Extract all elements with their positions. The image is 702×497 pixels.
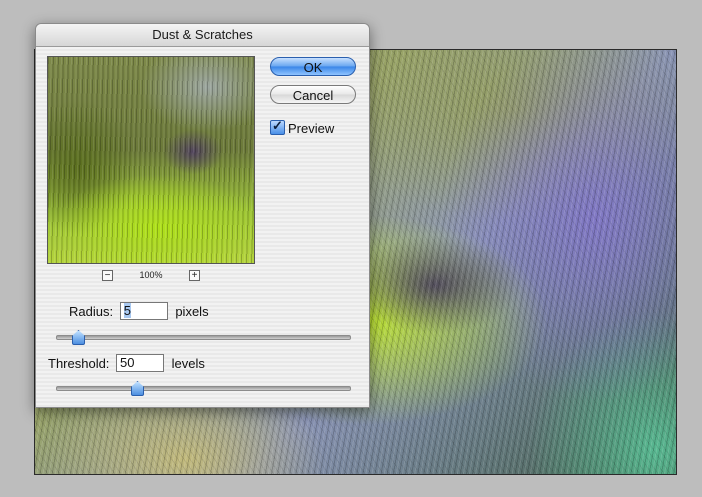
zoom-controls: − 100% + [47, 269, 255, 283]
radius-unit: pixels [175, 303, 209, 319]
zoom-level: 100% [139, 270, 163, 280]
preview-label: Preview [288, 121, 335, 136]
dust-scratches-dialog: Dust & Scratches − 100% + OK Cancel Prev… [35, 23, 370, 408]
ok-button[interactable]: OK [270, 57, 356, 76]
cancel-button[interactable]: Cancel [270, 85, 356, 104]
radius-row: Radius: 5 pixels [69, 302, 209, 320]
threshold-slider[interactable] [56, 381, 351, 396]
threshold-unit: levels [171, 355, 205, 371]
threshold-row: Threshold: 50 levels [48, 354, 205, 372]
radius-value: 5 [123, 303, 131, 318]
preview-checkbox[interactable] [270, 118, 285, 135]
radius-slider-thumb[interactable] [72, 330, 85, 345]
preview-checkbox-row[interactable]: Preview [270, 118, 335, 136]
threshold-value: 50 [120, 355, 135, 370]
radius-label: Radius: [69, 303, 114, 319]
radius-slider[interactable] [56, 330, 351, 345]
zoom-in-button[interactable]: + [189, 270, 200, 281]
radius-input[interactable]: 5 [119, 302, 168, 320]
filter-preview-image[interactable] [47, 56, 255, 264]
dialog-title: Dust & Scratches [36, 24, 369, 47]
threshold-input[interactable]: 50 [116, 354, 165, 372]
threshold-label: Threshold: [48, 355, 110, 371]
threshold-slider-thumb[interactable] [131, 381, 144, 396]
